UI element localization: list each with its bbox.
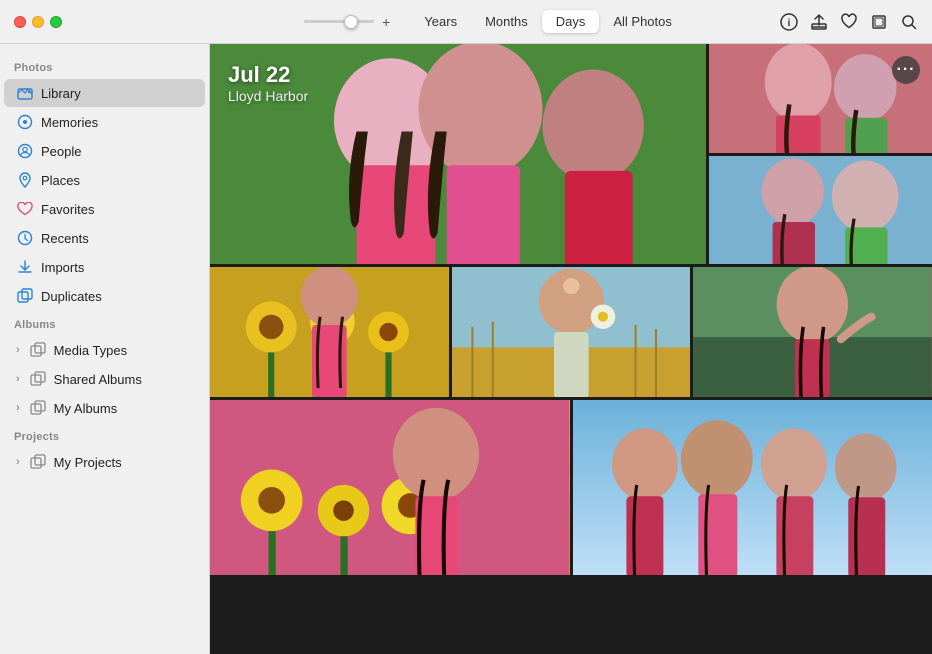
- crop-icon[interactable]: [870, 13, 888, 31]
- heart-icon[interactable]: [840, 13, 858, 31]
- zoom-slider-thumb[interactable]: [344, 15, 358, 29]
- sidebar-item-memories-label: Memories: [41, 115, 98, 130]
- sidebar-item-my-projects-label: My Projects: [54, 455, 122, 470]
- photo-cell-5[interactable]: [452, 267, 691, 397]
- main-layout: Photos Library Memories: [0, 44, 932, 654]
- sidebar-item-my-albums[interactable]: › My Albums: [4, 394, 205, 422]
- photo-grid: Jul 22 Lloyd Harbor: [210, 44, 932, 575]
- share-icon[interactable]: [810, 13, 828, 31]
- imports-icon: [16, 258, 34, 276]
- grid-row-3: [210, 400, 932, 575]
- tab-all-photos[interactable]: All Photos: [599, 10, 686, 33]
- sidebar-item-library-label: Library: [41, 86, 81, 101]
- sidebar-item-imports[interactable]: Imports: [4, 253, 205, 281]
- sidebar-item-favorites-label: Favorites: [41, 202, 94, 217]
- photo-cell-8[interactable]: [573, 400, 932, 575]
- sidebar-item-memories[interactable]: Memories: [4, 108, 205, 136]
- memories-icon: [16, 113, 34, 131]
- toolbar-right: i: [780, 13, 932, 31]
- photo-date: Jul 22: [228, 62, 308, 88]
- photo-content: Jul 22 Lloyd Harbor: [210, 44, 932, 654]
- people-icon: [16, 142, 34, 160]
- minimize-button[interactable]: [32, 16, 44, 28]
- sidebar-item-library[interactable]: Library: [4, 79, 205, 107]
- shared-albums-icon: [29, 370, 47, 388]
- sidebar-item-recents[interactable]: Recents: [4, 224, 205, 252]
- sidebar-item-places[interactable]: Places: [4, 166, 205, 194]
- more-options-button[interactable]: ···: [892, 56, 920, 84]
- recents-icon: [16, 229, 34, 247]
- expand-arrow-media-types: ›: [16, 344, 20, 356]
- traffic-lights: [0, 16, 210, 28]
- toolbar-center: + Years Months Days All Photos: [210, 10, 780, 33]
- sidebar-item-recents-label: Recents: [41, 231, 89, 246]
- photo-cell-2[interactable]: ···: [709, 44, 932, 153]
- photo-cell-6[interactable]: [693, 267, 932, 397]
- photo-cell-main[interactable]: Jul 22 Lloyd Harbor: [210, 44, 706, 264]
- maximize-button[interactable]: [50, 16, 62, 28]
- grid-row-1: Jul 22 Lloyd Harbor: [210, 44, 932, 264]
- favorites-icon: [16, 200, 34, 218]
- sidebar-item-imports-label: Imports: [41, 260, 84, 275]
- library-icon: [16, 84, 34, 102]
- photo-cell-4[interactable]: [210, 267, 449, 397]
- expand-arrow-my-albums: ›: [16, 402, 20, 414]
- sidebar-item-shared-albums[interactable]: › Shared Albums: [4, 365, 205, 393]
- titlebar: + Years Months Days All Photos i: [0, 0, 932, 44]
- expand-arrow-my-projects: ›: [16, 456, 20, 468]
- search-icon[interactable]: [900, 13, 918, 31]
- close-button[interactable]: [14, 16, 26, 28]
- sidebar-item-places-label: Places: [41, 173, 80, 188]
- places-icon: [16, 171, 34, 189]
- sidebar-item-shared-albums-label: Shared Albums: [54, 372, 142, 387]
- tab-days[interactable]: Days: [542, 10, 600, 33]
- sidebar-item-duplicates-label: Duplicates: [41, 289, 102, 304]
- sidebar-item-my-albums-label: My Albums: [54, 401, 118, 416]
- date-location-header: Jul 22 Lloyd Harbor: [228, 62, 308, 104]
- sidebar-item-duplicates[interactable]: Duplicates: [4, 282, 205, 310]
- zoom-slider-track[interactable]: [304, 20, 374, 23]
- duplicates-icon: [16, 287, 34, 305]
- grid-col-right: ···: [709, 44, 932, 264]
- sidebar-item-my-projects[interactable]: › My Projects: [4, 448, 205, 476]
- sidebar: Photos Library Memories: [0, 44, 210, 654]
- sidebar-section-albums: Albums: [0, 311, 209, 335]
- photo-cell-3[interactable]: [709, 156, 932, 265]
- svg-text:i: i: [788, 18, 791, 29]
- sidebar-item-media-types[interactable]: › Media Types: [4, 336, 205, 364]
- photo-cell-7[interactable]: [210, 400, 570, 575]
- sidebar-section-photos: Photos: [0, 54, 209, 78]
- my-projects-icon: [29, 453, 47, 471]
- photo-location: Lloyd Harbor: [228, 88, 308, 104]
- sidebar-item-people-label: People: [41, 144, 81, 159]
- tab-months[interactable]: Months: [471, 10, 542, 33]
- expand-arrow-shared-albums: ›: [16, 373, 20, 385]
- my-albums-icon: [29, 399, 47, 417]
- zoom-plus-icon[interactable]: +: [382, 14, 390, 30]
- tab-years[interactable]: Years: [410, 10, 471, 33]
- grid-row-2: [210, 267, 932, 397]
- zoom-slider-area: +: [304, 14, 390, 30]
- sidebar-item-favorites[interactable]: Favorites: [4, 195, 205, 223]
- info-icon[interactable]: i: [780, 13, 798, 31]
- sidebar-item-people[interactable]: People: [4, 137, 205, 165]
- nav-tabs: Years Months Days All Photos: [410, 10, 686, 33]
- media-types-icon: [29, 341, 47, 359]
- sidebar-section-projects: Projects: [0, 423, 209, 447]
- sidebar-item-media-types-label: Media Types: [54, 343, 127, 358]
